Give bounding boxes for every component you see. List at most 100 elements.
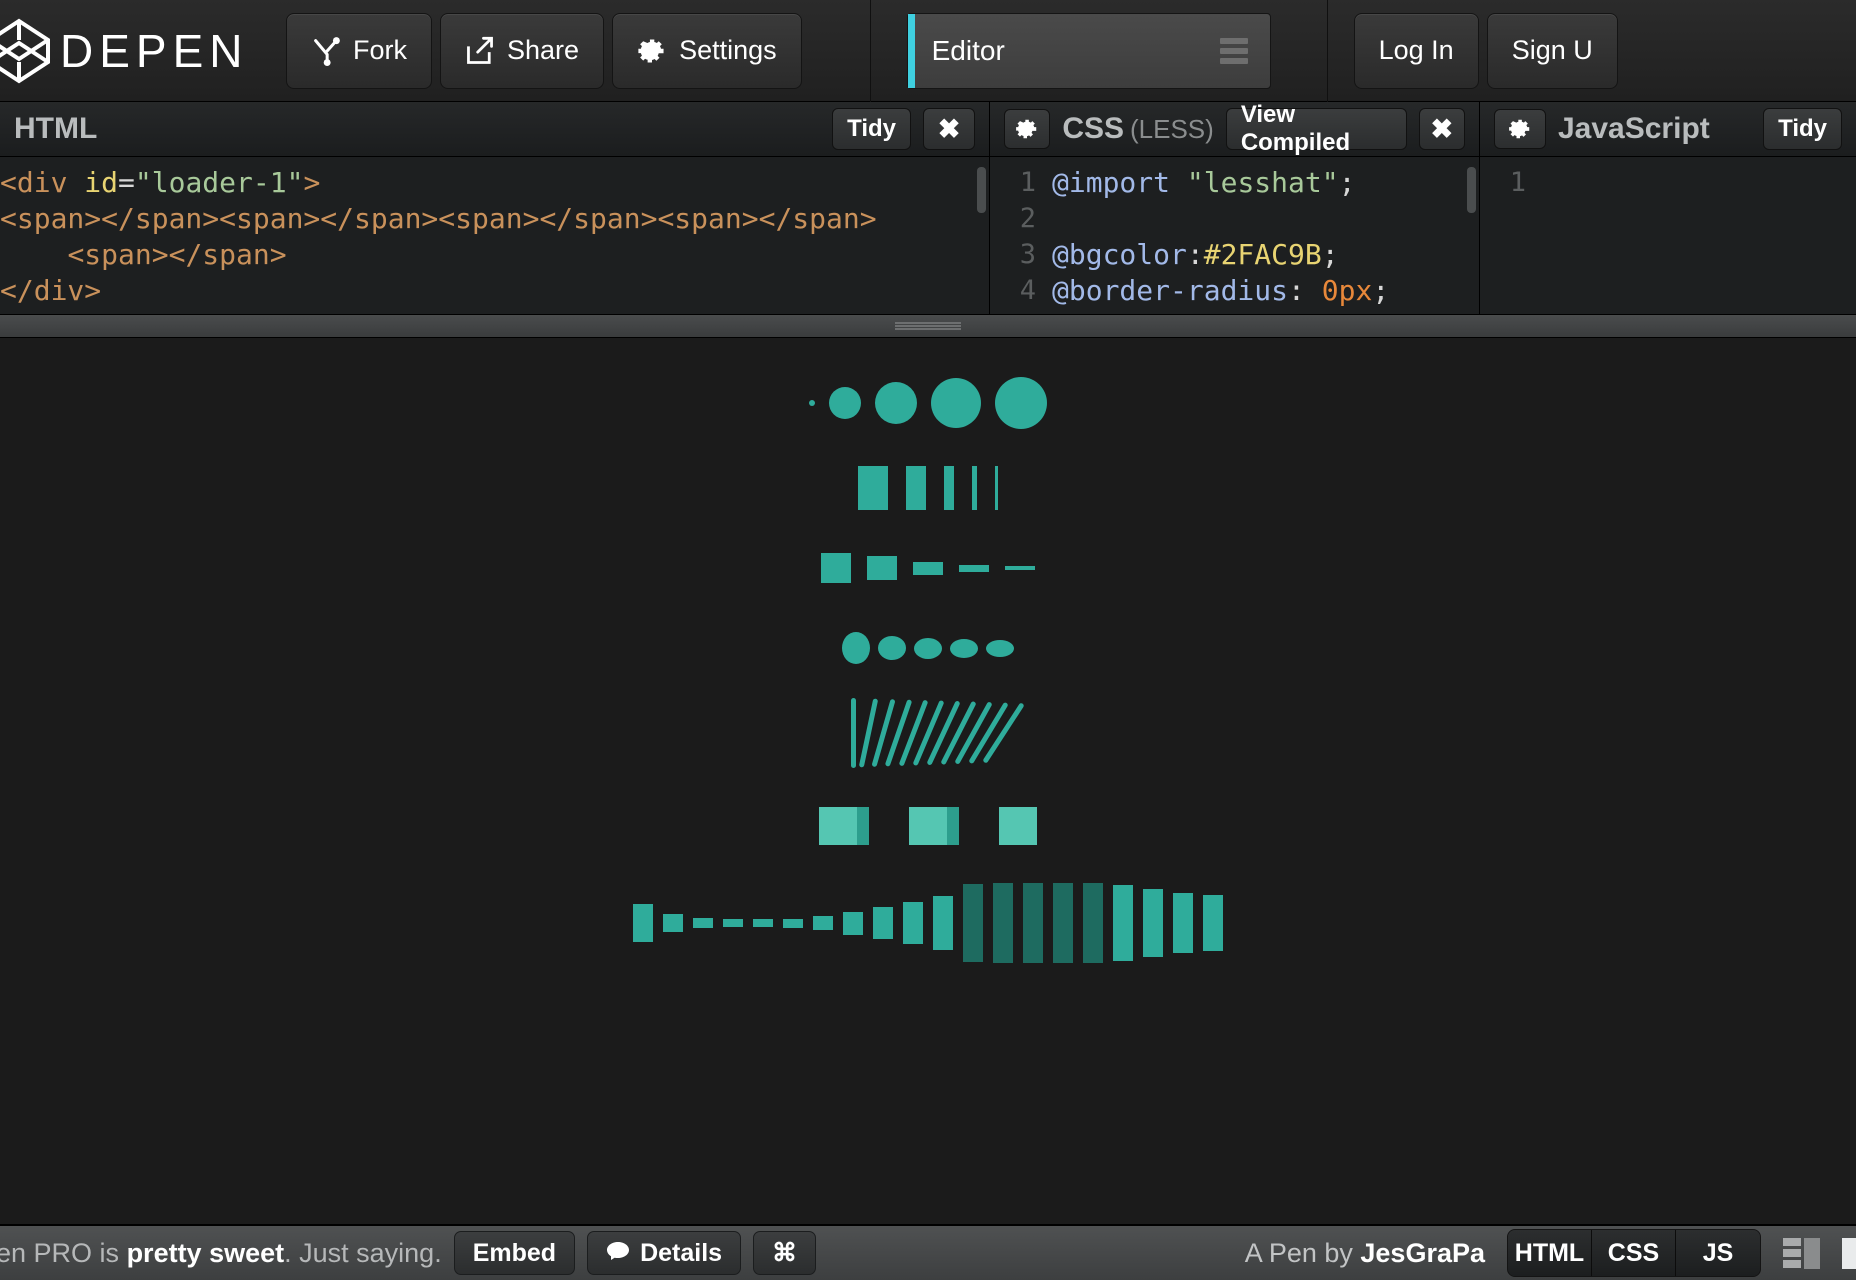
loader-wave-bar <box>873 907 893 939</box>
loader-line <box>912 700 944 766</box>
layout-top-icon[interactable] <box>1842 1238 1856 1269</box>
js-code-area[interactable]: 1 <box>1480 157 1856 314</box>
fork-icon <box>311 36 341 66</box>
fork-button-label: Fork <box>353 35 407 66</box>
html-tidy-button[interactable]: Tidy <box>832 108 911 150</box>
keyboard-shortcut-button[interactable]: ⌘ <box>753 1231 816 1275</box>
loader-dot <box>829 387 861 419</box>
loader-bar <box>944 466 954 510</box>
comment-icon <box>606 1239 630 1268</box>
js-tidy-button[interactable]: Tidy <box>1763 108 1842 150</box>
app-header: DEPEN Fork Share <box>0 0 1856 102</box>
loader-line <box>851 698 856 768</box>
embed-button[interactable]: Embed <box>454 1231 575 1275</box>
details-button[interactable]: Details <box>587 1231 741 1275</box>
css-code-area[interactable]: 1 2 3 4 5 @import "lesshat"; @bgcolor:#2… <box>990 157 1479 314</box>
view-compiled-button[interactable]: View Compiled <box>1226 108 1407 150</box>
loader-square <box>819 807 857 850</box>
details-button-label: Details <box>640 1239 722 1268</box>
loader-wave-bar <box>993 883 1013 963</box>
pen-byline: A Pen by JesGraPa <box>1245 1238 1485 1269</box>
loader-dot <box>931 378 981 428</box>
loader-6-flipping-squares <box>0 798 1856 858</box>
js-pane: JavaScript Tidy 1 <box>1480 102 1856 314</box>
loader-dot <box>875 382 917 424</box>
loader-bar <box>867 556 897 580</box>
css-preprocessor-label: (LESS) <box>1130 114 1214 145</box>
promo-text: Pen PRO is pretty sweet. Just saying. <box>0 1238 442 1269</box>
html-code-area[interactable]: <div id="loader-1"> <span></span><span><… <box>0 157 989 314</box>
log-in-label: Log In <box>1379 35 1454 66</box>
hamburger-icon[interactable] <box>1220 38 1248 64</box>
loader-bar <box>1005 566 1035 570</box>
share-icon <box>465 36 495 66</box>
preview-iframe[interactable] <box>0 338 1856 1224</box>
editor-selector-region: Editor <box>870 0 1271 102</box>
js-pane-header: JavaScript Tidy <box>1480 102 1856 157</box>
log-in-button[interactable]: Log In <box>1354 13 1479 89</box>
loader-wave-bar <box>1143 889 1163 957</box>
loader-wave-bar <box>843 912 863 935</box>
settings-button[interactable]: Settings <box>612 13 802 89</box>
pane-resize-handle[interactable] <box>0 314 1856 338</box>
loader-wave-bar <box>783 919 803 928</box>
loader-2-narrowing-bars <box>0 458 1856 518</box>
gear-icon <box>637 36 667 66</box>
loader-oval <box>986 640 1014 657</box>
share-button-label: Share <box>507 35 579 66</box>
loader-square <box>999 807 1037 850</box>
html-close-icon[interactable]: ✖ <box>923 108 975 150</box>
loader-bar <box>858 466 888 510</box>
js-settings-gear-icon[interactable] <box>1494 109 1546 149</box>
loader-oval <box>878 636 906 660</box>
loader-wave-bar <box>1203 895 1223 951</box>
loader-bar <box>972 466 977 510</box>
loader-wave-bar <box>1053 883 1073 963</box>
loader-wave-bar <box>1113 885 1133 961</box>
toggle-css-button[interactable]: CSS <box>1592 1230 1676 1276</box>
css-code-content: @import "lesshat"; @bgcolor:#2FAC9B; @bo… <box>1052 157 1389 314</box>
codepen-logo[interactable]: DEPEN <box>0 18 286 84</box>
layout-left-icon[interactable] <box>1783 1238 1820 1269</box>
logo-wordmark: DEPEN <box>60 24 248 78</box>
loader-wave-bar <box>813 916 833 930</box>
sign-up-button[interactable]: Sign U <box>1487 13 1618 89</box>
editor-panes: HTML Tidy ✖ <div id="loader-1"> <span></… <box>0 102 1856 314</box>
css-settings-gear-icon[interactable] <box>1004 109 1050 149</box>
loader-bar <box>906 466 926 510</box>
editor-selector[interactable]: Editor <box>907 13 1271 89</box>
loader-wave-bar <box>693 918 713 928</box>
loader-wave-bar <box>933 896 953 950</box>
html-pane-title: HTML <box>14 112 97 146</box>
settings-button-label: Settings <box>679 35 777 66</box>
js-line-numbers: 1 <box>1480 157 1542 314</box>
loader-bar <box>821 553 851 583</box>
auth-region: Log In Sign U <box>1327 0 1626 102</box>
html-scrollbar[interactable] <box>977 167 986 213</box>
loader-bar <box>959 565 989 572</box>
app-footer: Pen PRO is pretty sweet. Just saying. Em… <box>0 1224 1856 1280</box>
loader-wave-bar <box>963 884 983 962</box>
byline-prefix: A Pen by <box>1245 1238 1361 1268</box>
loader-5-tilting-lines <box>0 688 1856 778</box>
toggle-html-button[interactable]: HTML <box>1508 1230 1592 1276</box>
css-scrollbar[interactable] <box>1467 167 1476 213</box>
loader-line <box>898 699 928 766</box>
byline-author: JesGraPa <box>1360 1238 1485 1268</box>
css-close-icon[interactable]: ✖ <box>1419 108 1465 150</box>
loader-wave-bar <box>1023 883 1043 963</box>
css-pane: CSS (LESS) View Compiled ✖ 1 2 3 4 5 @im… <box>990 102 1480 314</box>
loader-wave-bar <box>903 902 923 944</box>
loader-3-flattening-bars <box>0 538 1856 598</box>
loader-dot <box>995 377 1047 429</box>
fork-button[interactable]: Fork <box>286 13 432 89</box>
promo-prefix: Pen PRO is <box>0 1238 127 1268</box>
css-pane-title: CSS <box>1062 112 1124 146</box>
share-button[interactable]: Share <box>440 13 604 89</box>
js-pane-title: JavaScript <box>1558 112 1710 146</box>
loader-wave-bar <box>1173 893 1193 953</box>
loader-wave-bar <box>723 919 743 927</box>
toggle-js-button[interactable]: JS <box>1676 1230 1760 1276</box>
loader-4-squashing-ovals <box>0 618 1856 678</box>
loader-wave-bar <box>663 914 683 932</box>
